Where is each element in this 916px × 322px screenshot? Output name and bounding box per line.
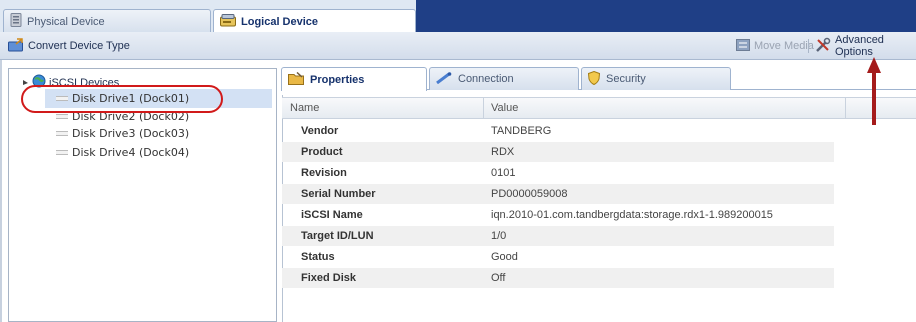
property-value: PD0000059008 bbox=[491, 188, 568, 200]
column-header-name[interactable]: Name bbox=[290, 102, 319, 114]
tab-properties[interactable]: Properties bbox=[281, 67, 427, 91]
property-value: Good bbox=[491, 251, 518, 263]
convert-label: Convert Device Type bbox=[28, 40, 130, 52]
property-name: Target ID/LUN bbox=[301, 230, 374, 242]
table-row: Serial Number PD0000059008 bbox=[282, 184, 834, 204]
move-media-icon bbox=[736, 38, 750, 54]
column-divider bbox=[483, 98, 484, 118]
tab-label: Logical Device bbox=[241, 15, 319, 28]
property-value: TANDBERG bbox=[491, 125, 552, 137]
disk-node-icon bbox=[56, 96, 68, 101]
table-row: Fixed Disk Off bbox=[282, 268, 834, 288]
tree-root-label: iSCSI Devices bbox=[49, 76, 120, 89]
disk-node-icon bbox=[56, 150, 68, 155]
tab-connection[interactable]: Connection bbox=[429, 67, 579, 90]
tree-item-disk-drive4[interactable]: Disk Drive4 (Dock04) bbox=[56, 146, 189, 159]
window-edge bbox=[0, 60, 2, 322]
tab-security[interactable]: Security bbox=[581, 67, 731, 90]
property-value: RDX bbox=[491, 146, 515, 158]
grid-header: Name Value bbox=[282, 97, 916, 119]
toolbar: Convert Device Type Move Media Advanced … bbox=[0, 32, 916, 60]
table-row: Target ID/LUN 1/0 bbox=[282, 226, 834, 246]
expand-triangle-icon[interactable] bbox=[22, 77, 29, 89]
detail-tab-bar: Properties Connection Security bbox=[281, 66, 916, 91]
convert-device-type-button[interactable]: Convert Device Type bbox=[8, 37, 130, 55]
advanced-options-button[interactable]: Advanced Options bbox=[815, 34, 916, 58]
tab-label: Connection bbox=[458, 73, 514, 85]
folder-icon bbox=[288, 71, 304, 88]
property-name: Product bbox=[301, 146, 343, 158]
table-row: Revision 0101 bbox=[282, 163, 834, 183]
column-divider bbox=[845, 98, 846, 118]
tree-item-disk-drive2[interactable]: Disk Drive2 (Dock02) bbox=[56, 110, 189, 123]
table-row: Status Good bbox=[282, 247, 834, 267]
tree-item-disk-drive3[interactable]: Disk Drive3 (Dock03) bbox=[56, 127, 189, 140]
advanced-options-label: Advanced Options bbox=[835, 34, 884, 58]
tab-label: Security bbox=[606, 73, 646, 85]
property-name: iSCSI Name bbox=[301, 209, 363, 221]
tab-label: Properties bbox=[310, 73, 365, 86]
top-tab-bar: Physical Device Logical Device bbox=[0, 0, 916, 33]
toolbar-separator bbox=[808, 39, 809, 53]
table-row: Vendor TANDBERG bbox=[282, 121, 834, 141]
property-name: Vendor bbox=[301, 125, 339, 137]
convert-icon bbox=[8, 37, 24, 55]
annotation-arrow bbox=[867, 57, 881, 125]
property-name: Status bbox=[301, 251, 335, 263]
table-row: iSCSI Name iqn.2010-01.com.tandbergdata:… bbox=[282, 205, 834, 225]
property-name: Serial Number bbox=[301, 188, 376, 200]
property-name: Fixed Disk bbox=[301, 272, 357, 284]
property-value: 0101 bbox=[491, 167, 516, 179]
move-media-label: Move Media bbox=[754, 40, 814, 52]
tab-label: Physical Device bbox=[27, 15, 105, 28]
disk-icon bbox=[220, 13, 236, 30]
tree-item-label: Disk Drive4 (Dock04) bbox=[72, 146, 190, 159]
disk-node-icon bbox=[56, 114, 68, 119]
tree-item-label: Disk Drive2 (Dock02) bbox=[72, 110, 190, 123]
cable-icon bbox=[436, 71, 452, 87]
server-icon bbox=[10, 13, 22, 30]
shield-icon bbox=[587, 70, 601, 88]
tab-physical-device[interactable]: Physical Device bbox=[3, 9, 211, 33]
table-row: Product RDX bbox=[282, 142, 834, 162]
tree-item-disk-drive1[interactable]: Disk Drive1 (Dock01) bbox=[45, 89, 272, 108]
property-value: Off bbox=[491, 272, 506, 284]
move-media-button[interactable]: Move Media bbox=[736, 38, 814, 54]
disk-node-icon bbox=[56, 131, 68, 136]
property-name: Revision bbox=[301, 167, 347, 179]
globe-icon bbox=[32, 74, 46, 91]
tools-icon bbox=[815, 37, 831, 56]
column-header-value[interactable]: Value bbox=[491, 102, 518, 114]
tab-logical-device[interactable]: Logical Device bbox=[213, 9, 416, 33]
property-value: 1/0 bbox=[491, 230, 507, 242]
property-value: iqn.2010-01.com.tandbergdata:storage.rdx… bbox=[491, 209, 773, 221]
tree-item-label: Disk Drive3 (Dock03) bbox=[72, 127, 190, 140]
tree-item-label: Disk Drive1 (Dock01) bbox=[72, 92, 190, 105]
